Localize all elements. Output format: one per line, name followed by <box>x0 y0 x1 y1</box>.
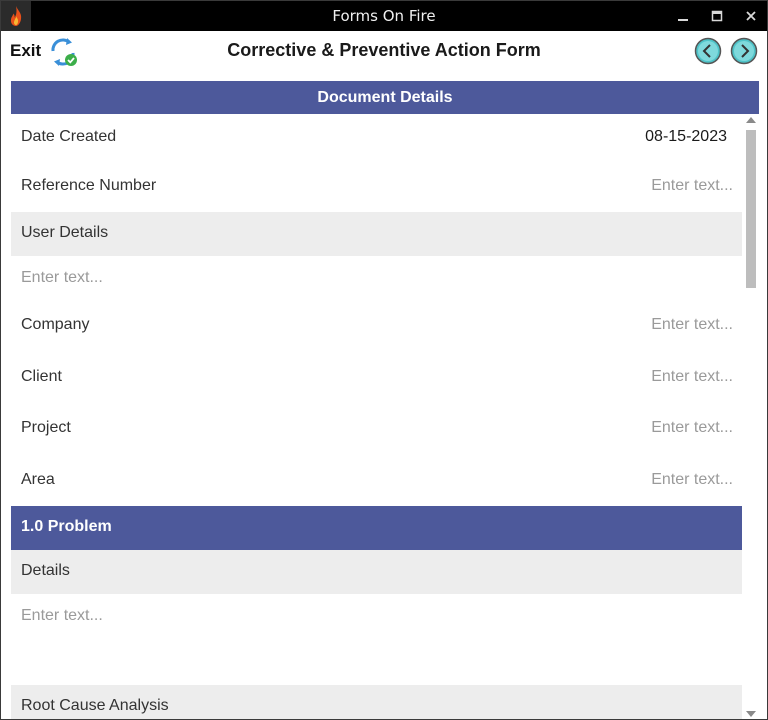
project-input[interactable]: Enter text... <box>651 419 733 437</box>
window-title: Forms On Fire <box>332 7 436 25</box>
exit-button[interactable]: Exit <box>10 41 41 61</box>
maximize-icon[interactable] <box>699 1 735 31</box>
date-created-row[interactable]: Date Created 08-15-2023 <box>11 128 742 150</box>
scrollbar-thumb[interactable] <box>746 130 756 288</box>
reference-number-label: Reference Number <box>21 177 157 194</box>
user-details-placeholder: Enter text... <box>21 269 103 286</box>
reference-number-input[interactable]: Enter text... <box>651 177 733 195</box>
area-label: Area <box>21 471 55 488</box>
form-scroll-area[interactable]: Date Created 08-15-2023 Reference Number… <box>11 114 759 719</box>
form-content: Document Details Date Created 08-15-2023… <box>11 81 759 719</box>
form-header: Exit Corrective & Preventive Action Form <box>1 31 767 71</box>
area-input[interactable]: Enter text... <box>651 471 733 489</box>
date-created-value[interactable]: 08-15-2023 <box>645 128 727 146</box>
title-bar: Forms On Fire <box>1 1 767 31</box>
user-details-label: User Details <box>21 224 109 241</box>
client-input[interactable]: Enter text... <box>651 368 733 386</box>
company-row[interactable]: Company Enter text... <box>11 316 742 338</box>
date-created-label: Date Created <box>21 128 117 145</box>
company-label: Company <box>21 316 90 333</box>
company-input[interactable]: Enter text... <box>651 316 733 334</box>
app-window: Forms On Fire Exit Corrective & Preventi… <box>0 0 768 720</box>
chevron-left-circle-icon[interactable] <box>694 37 722 65</box>
form-title: Corrective & Preventive Action Form <box>227 40 541 60</box>
reference-number-row[interactable]: Reference Number Enter text... <box>11 177 742 199</box>
root-cause-band: Root Cause Analysis <box>11 685 742 719</box>
area-row[interactable]: Area Enter text... <box>11 471 742 493</box>
details-band: Details <box>11 550 742 594</box>
problem-header-label: 1.0 Problem <box>21 518 112 535</box>
details-input[interactable]: Enter text... <box>11 594 742 685</box>
scroll-up-arrow-icon[interactable] <box>746 117 756 123</box>
client-label: Client <box>21 368 62 385</box>
close-icon[interactable] <box>733 1 767 31</box>
vertical-scrollbar[interactable] <box>742 114 759 719</box>
minimize-icon[interactable] <box>665 1 701 31</box>
client-row[interactable]: Client Enter text... <box>11 368 742 390</box>
details-label: Details <box>21 562 70 579</box>
scroll-down-arrow-icon[interactable] <box>746 711 756 717</box>
details-placeholder: Enter text... <box>21 607 103 624</box>
sync-check-icon[interactable] <box>47 37 79 67</box>
project-label: Project <box>21 419 71 436</box>
chevron-right-circle-icon[interactable] <box>730 37 758 65</box>
root-cause-label: Root Cause Analysis <box>21 697 169 714</box>
project-row[interactable]: Project Enter text... <box>11 419 742 441</box>
section-header-problem: 1.0 Problem <box>11 506 742 550</box>
user-details-band: User Details <box>11 212 742 256</box>
section-header-document-details: Document Details <box>11 81 759 114</box>
user-details-input[interactable]: Enter text... <box>11 256 742 302</box>
